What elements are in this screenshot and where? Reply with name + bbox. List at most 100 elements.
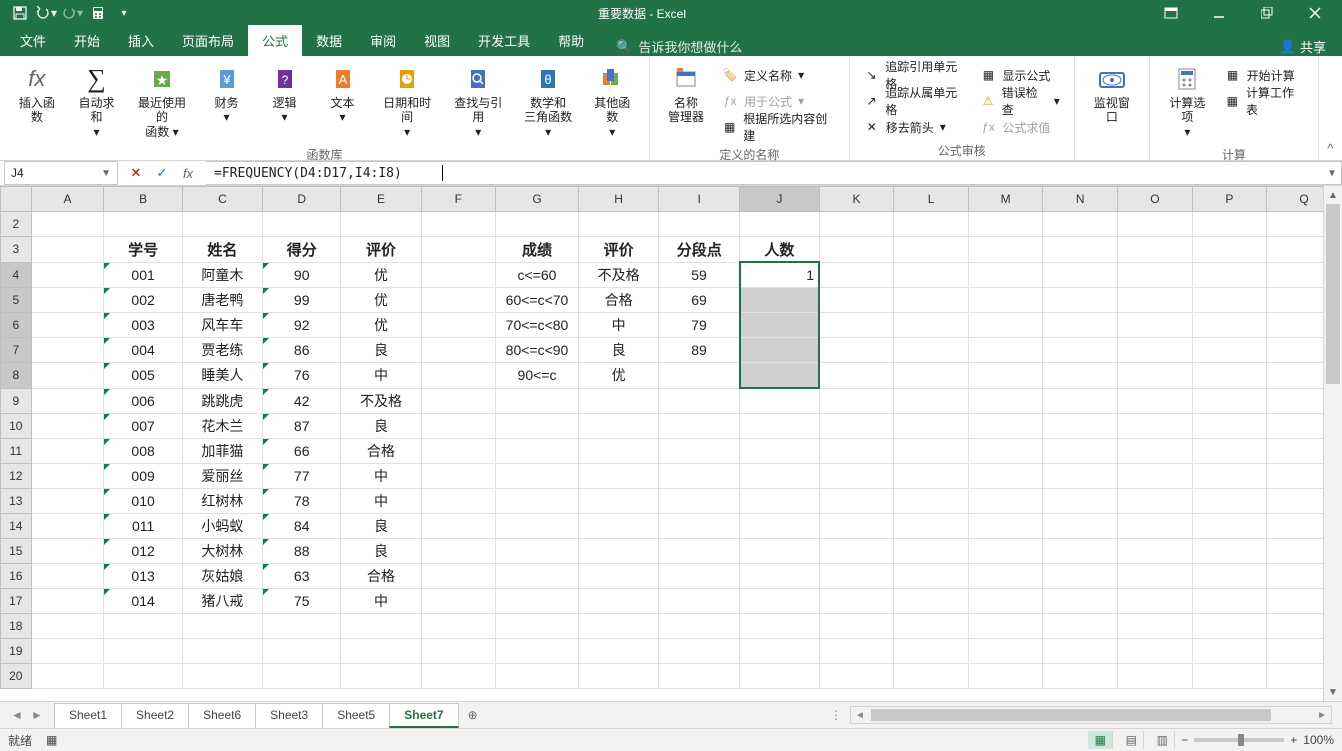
cell-P6[interactable] [1192,313,1266,338]
trace-dependents-button[interactable]: ↗追踪从属单元格 [858,88,973,114]
scroll-down-icon[interactable]: ▼ [1324,683,1342,701]
cell-G17[interactable] [495,589,578,614]
cell-B7[interactable]: 004 [104,338,182,363]
cell-O15[interactable] [1118,539,1193,564]
cell-M17[interactable] [968,589,1043,614]
tab-nav-prev-icon[interactable]: ◄ [8,708,26,722]
cell-M18[interactable] [968,614,1043,639]
cell-A14[interactable] [31,514,104,539]
cell-G19[interactable] [495,639,578,664]
cell-D2[interactable] [262,212,340,237]
cell-P19[interactable] [1192,639,1266,664]
cell-M20[interactable] [968,664,1043,689]
cell-C10[interactable]: 花木兰 [182,414,262,439]
cell-E5[interactable]: 优 [341,288,421,313]
cell-J14[interactable] [740,514,819,539]
calculate-sheet-button[interactable]: ▦计算工作表 [1219,88,1310,114]
sheet-tab-Sheet7[interactable]: Sheet7 [389,703,458,728]
cell-P2[interactable] [1192,212,1266,237]
tab-file[interactable]: 文件 [6,25,60,56]
cell-I2[interactable] [659,212,740,237]
cell-I20[interactable] [659,664,740,689]
cell-F17[interactable] [421,589,495,614]
cell-B20[interactable] [104,664,182,689]
column-header-M[interactable]: M [968,187,1043,212]
cell-H17[interactable] [579,589,659,614]
zoom-in-icon[interactable]: + [1290,733,1297,747]
cell-G7[interactable]: 80<=c<90 [495,338,578,363]
cell-F15[interactable] [421,539,495,564]
cell-L17[interactable] [894,589,968,614]
column-header-L[interactable]: L [894,187,968,212]
cell-A20[interactable] [31,664,104,689]
cell-C12[interactable]: 爱丽丝 [182,464,262,489]
cell-C11[interactable]: 加菲猫 [182,439,262,464]
cell-L13[interactable] [894,489,968,514]
cell-K9[interactable] [819,388,894,414]
cell-P13[interactable] [1192,489,1266,514]
cell-O10[interactable] [1118,414,1193,439]
cell-L14[interactable] [894,514,968,539]
cell-N12[interactable] [1043,464,1118,489]
collapse-ribbon-icon[interactable]: ^ [1319,56,1342,160]
cell-G5[interactable]: 60<=c<70 [495,288,578,313]
cell-B9[interactable]: 006 [104,388,182,414]
cell-L16[interactable] [894,564,968,589]
cell-F4[interactable] [421,262,495,288]
cell-P17[interactable] [1192,589,1266,614]
insert-function-button[interactable]: fx 插入函数 [8,60,66,144]
cell-J5[interactable] [740,288,819,313]
cell-O12[interactable] [1118,464,1193,489]
cell-E13[interactable]: 中 [341,489,421,514]
cell-K8[interactable] [819,363,894,389]
cell-D18[interactable] [262,614,340,639]
evaluate-formula-button[interactable]: ƒx公式求值 [974,114,1065,140]
cell-C17[interactable]: 猪八戒 [182,589,262,614]
cell-L6[interactable] [894,313,968,338]
cell-K4[interactable] [819,262,894,288]
calculation-options-button[interactable]: 计算选项▾ [1158,60,1217,144]
cell-L10[interactable] [894,414,968,439]
cell-G12[interactable] [495,464,578,489]
cell-D17[interactable]: 75 [262,589,340,614]
cell-F2[interactable] [421,212,495,237]
cell-J2[interactable] [740,212,819,237]
cell-E3[interactable]: 评价 [341,237,421,263]
cell-B19[interactable] [104,639,182,664]
cell-N20[interactable] [1043,664,1118,689]
cell-H7[interactable]: 良 [579,338,659,363]
cell-L7[interactable] [894,338,968,363]
cell-K11[interactable] [819,439,894,464]
cell-B5[interactable]: 002 [104,288,182,313]
cell-G11[interactable] [495,439,578,464]
cell-B11[interactable]: 008 [104,439,182,464]
cell-D7[interactable]: 86 [262,338,340,363]
cell-G4[interactable]: c<=60 [495,262,578,288]
cell-C5[interactable]: 唐老鸭 [182,288,262,313]
scroll-up-icon[interactable]: ▲ [1324,186,1342,204]
cell-B17[interactable]: 014 [104,589,182,614]
cell-F8[interactable] [421,363,495,389]
cell-I15[interactable] [659,539,740,564]
cell-F16[interactable] [421,564,495,589]
cell-M10[interactable] [968,414,1043,439]
cell-O20[interactable] [1118,664,1193,689]
confirm-formula-icon[interactable]: ✓ [150,162,174,184]
cell-K20[interactable] [819,664,894,689]
tab-split-icon[interactable]: ⋮ [830,708,842,722]
row-header-16[interactable]: 16 [1,564,32,589]
cell-J16[interactable] [740,564,819,589]
cell-B14[interactable]: 011 [104,514,182,539]
cell-C14[interactable]: 小蚂蚁 [182,514,262,539]
cell-H15[interactable] [579,539,659,564]
cell-O19[interactable] [1118,639,1193,664]
row-header-6[interactable]: 6 [1,313,32,338]
cell-P11[interactable] [1192,439,1266,464]
cell-P4[interactable] [1192,262,1266,288]
tab-page-layout[interactable]: 页面布局 [168,25,248,56]
row-header-15[interactable]: 15 [1,539,32,564]
cell-A11[interactable] [31,439,104,464]
cell-B10[interactable]: 007 [104,414,182,439]
cell-N6[interactable] [1043,313,1118,338]
logical-button[interactable]: ? 逻辑▾ [257,60,313,144]
